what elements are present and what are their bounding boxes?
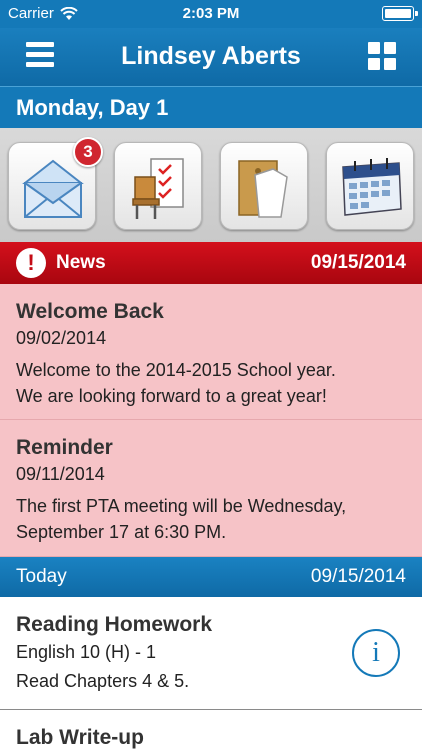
- assignment-title: Reading Homework: [16, 613, 213, 636]
- alert-icon: !: [16, 248, 46, 278]
- news-item-body: The first PTA meeting will be Wednesday,…: [16, 493, 406, 545]
- news-item-body-line: The first PTA meeting will be Wednesday,: [16, 496, 347, 516]
- news-item-body-line: Welcome to the 2014-2015 School year.: [16, 360, 336, 380]
- day-label: Monday, Day 1: [16, 95, 169, 120]
- calendar-icon: [342, 158, 402, 216]
- day-bar: Monday, Day 1: [0, 86, 422, 128]
- folder-icon: [238, 160, 288, 218]
- today-label: Today: [16, 566, 67, 587]
- info-icon[interactable]: i: [352, 629, 400, 677]
- news-header: ! News 09/15/2014: [0, 242, 422, 284]
- news-item-body: Welcome to the 2014-2015 School year. We…: [16, 357, 406, 409]
- news-item-date: 09/11/2014: [16, 464, 105, 484]
- today-header: Today 09/15/2014: [0, 557, 422, 597]
- assignment-title: Lab Write-up: [16, 726, 144, 749]
- nav-header: Lindsey Aberts: [0, 28, 422, 86]
- news-item[interactable]: Reminder 09/11/2014 The first PTA meetin…: [0, 420, 422, 557]
- unread-badge: 3: [73, 137, 103, 167]
- attendance-tile[interactable]: [114, 142, 202, 230]
- news-item-body-line: September 17 at 6:30 PM.: [16, 522, 227, 542]
- page-title: Lindsey Aberts: [121, 42, 301, 70]
- assignment-item[interactable]: Reading Homework English 10 (H) - 1 Read…: [0, 597, 422, 710]
- assignment-item[interactable]: Lab Write-up: [0, 710, 422, 750]
- battery-icon: [382, 6, 418, 21]
- quick-tiles-row: 3: [0, 128, 422, 242]
- news-label: News: [56, 252, 106, 273]
- calendar-tile[interactable]: [326, 142, 414, 230]
- assignment-note: Read Chapters 4 & 5.: [16, 671, 190, 691]
- clock: 2:03 PM: [182, 5, 240, 22]
- mail-tile[interactable]: 3: [8, 137, 103, 230]
- grid-view-icon[interactable]: [368, 42, 396, 70]
- news-item-body-line: We are looking forward to a great year!: [16, 386, 327, 406]
- attendance-icon: [132, 158, 184, 219]
- status-bar: Carrier 2:03 PM: [0, 0, 422, 28]
- assignment-course: English 10 (H) - 1: [16, 642, 157, 662]
- news-item-title: Welcome Back: [16, 300, 164, 323]
- news-item-date: 09/02/2014: [16, 328, 107, 348]
- news-item-title: Reminder: [16, 436, 113, 459]
- news-item[interactable]: Welcome Back 09/02/2014 Welcome to the 2…: [0, 284, 422, 420]
- news-date: 09/15/2014: [310, 252, 406, 273]
- documents-tile[interactable]: [220, 142, 308, 230]
- today-date: 09/15/2014: [310, 566, 406, 587]
